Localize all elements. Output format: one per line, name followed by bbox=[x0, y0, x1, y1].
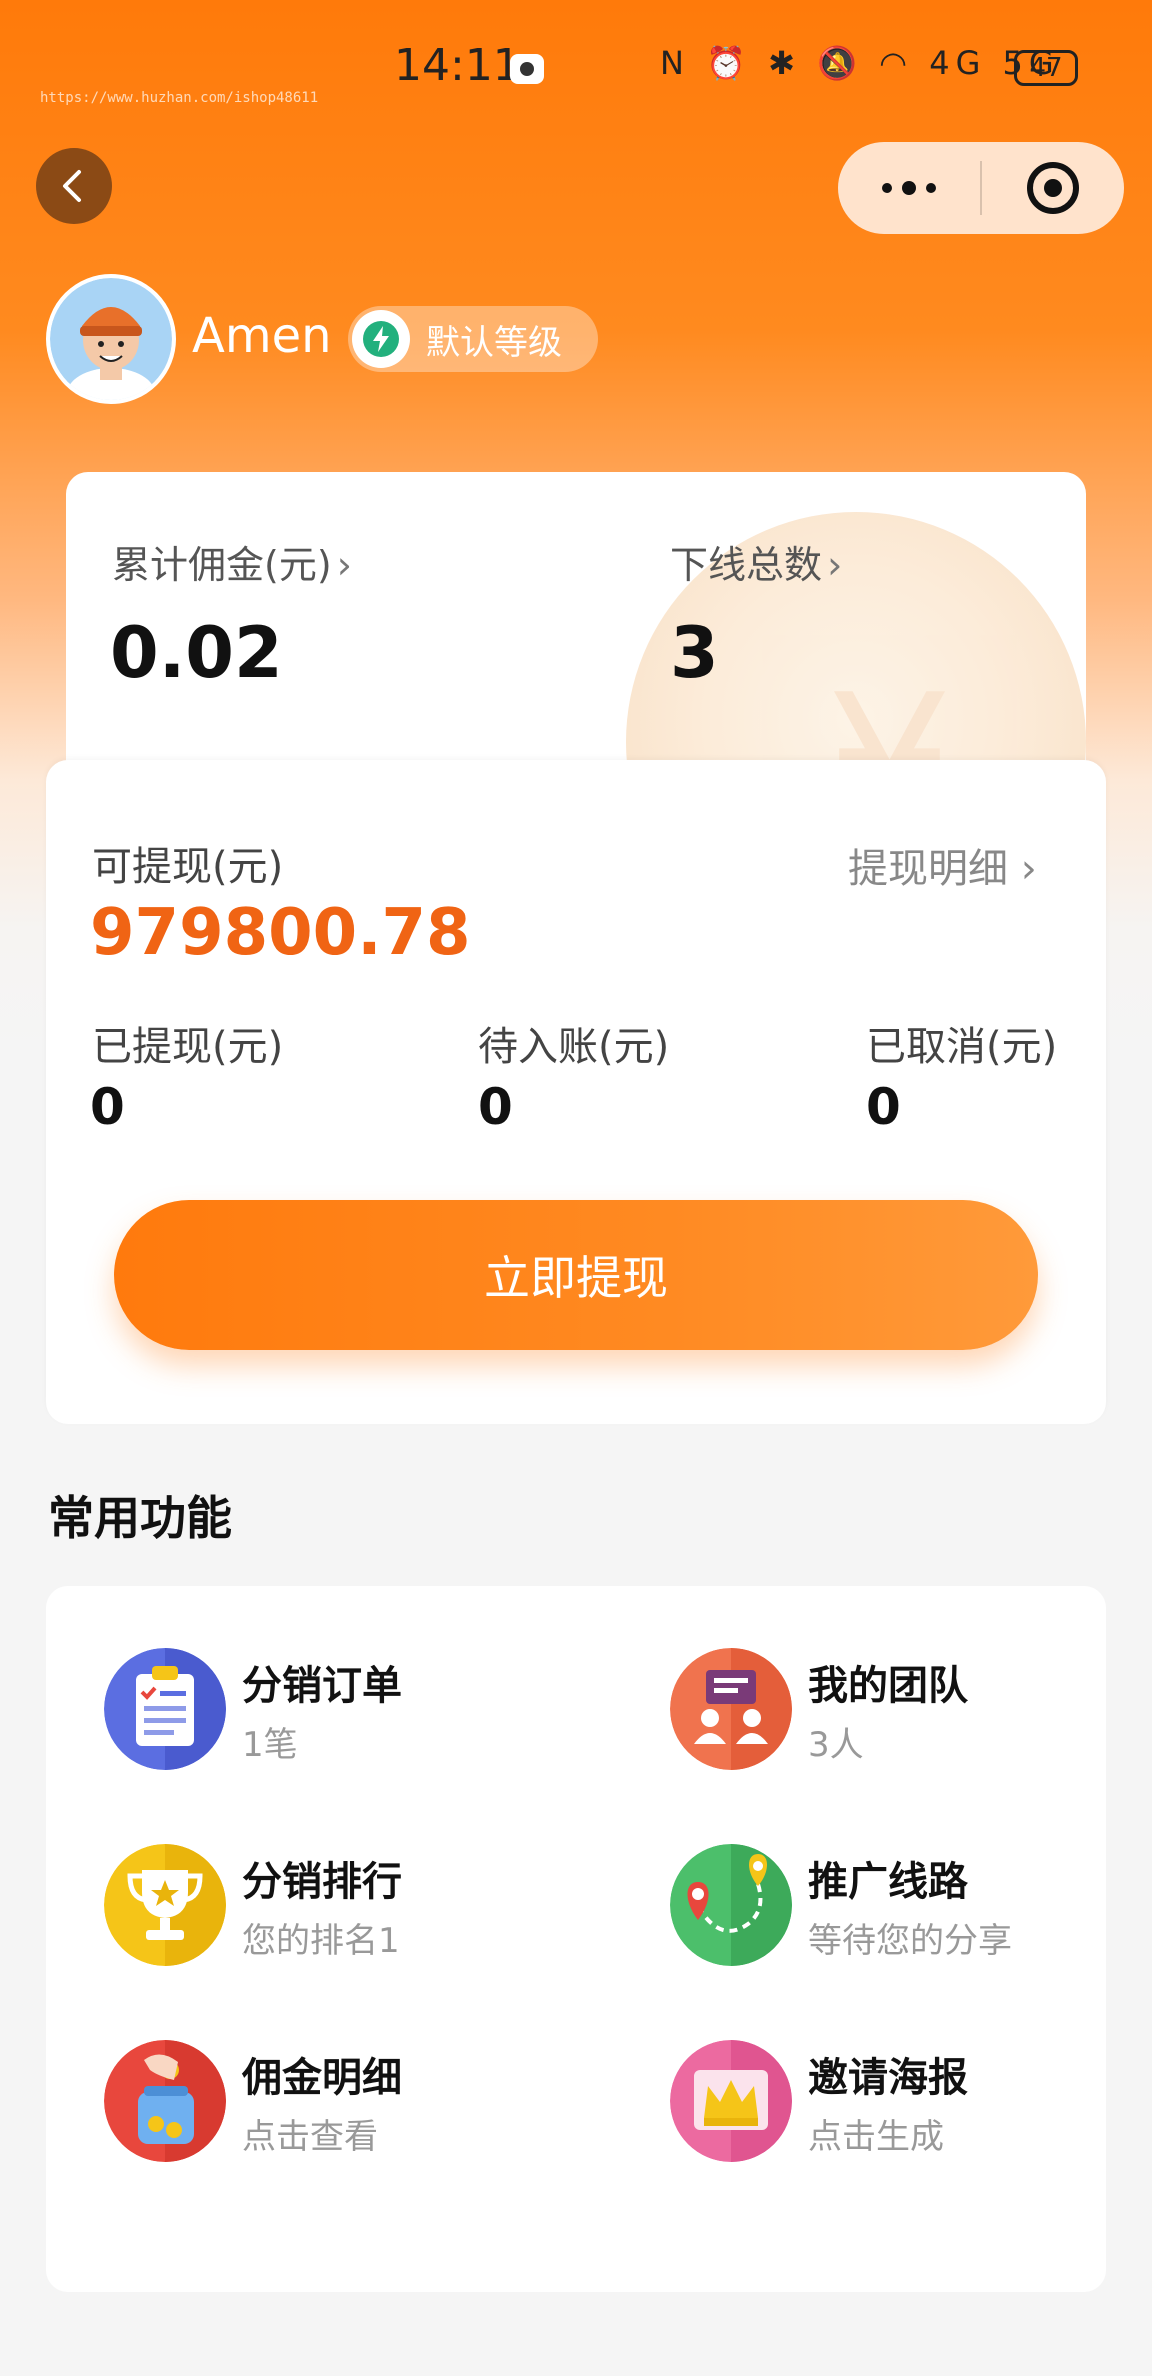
function-item-commission-detail[interactable]: 佣金明细 点击查看 bbox=[104, 2036, 584, 2166]
map-route-icon bbox=[670, 1844, 792, 1966]
commission-value: 0.02 bbox=[110, 612, 283, 694]
function-subtitle: 等待您的分享 bbox=[808, 1920, 1012, 1961]
close-button[interactable] bbox=[982, 142, 1124, 234]
withdrawable-value: 979800.78 bbox=[90, 896, 471, 970]
function-item-orders[interactable]: 分销订单 1笔 bbox=[104, 1644, 584, 1774]
withdraw-detail-link[interactable]: 提现明细 › bbox=[848, 836, 1037, 894]
battery-indicator: 47 bbox=[1014, 50, 1078, 86]
cancelled-value: 0 bbox=[866, 1078, 901, 1136]
function-subtitle: 您的排名1 bbox=[242, 1920, 400, 1961]
downline-link[interactable]: 下线总数 › bbox=[670, 534, 842, 589]
commission-label: 累计佣金(元) bbox=[112, 543, 332, 587]
level-label: 默认等级 bbox=[426, 322, 562, 363]
more-dots-icon-end bbox=[926, 183, 936, 193]
username: Amen bbox=[192, 308, 332, 364]
function-item-routes[interactable]: 推广线路 等待您的分享 bbox=[670, 1840, 1150, 1970]
function-title: 佣金明细 bbox=[242, 2054, 402, 2101]
function-subtitle: 1笔 bbox=[242, 1724, 298, 1765]
function-subtitle: 3人 bbox=[808, 1724, 864, 1765]
function-title: 分销排行 bbox=[242, 1858, 402, 1905]
avatar[interactable] bbox=[46, 274, 176, 404]
section-title: 常用功能 bbox=[48, 1491, 232, 1545]
more-dots-icon bbox=[882, 183, 892, 193]
watermark: https://www.huzhan.com/ishop48611 bbox=[40, 90, 319, 106]
target-circle-icon bbox=[1027, 162, 1079, 214]
function-item-team[interactable]: 我的团队 3人 bbox=[670, 1644, 1150, 1774]
status-time: 14:11 bbox=[394, 40, 521, 91]
function-title: 分销订单 bbox=[242, 1662, 402, 1709]
function-subtitle: 点击生成 bbox=[808, 2116, 944, 2157]
cancelled-label: 已取消(元) bbox=[866, 1024, 1058, 1070]
summary-card: ¥ 累计佣金(元) › 0.02 下线总数 › 3 bbox=[66, 472, 1086, 802]
team-icon bbox=[670, 1648, 792, 1770]
withdraw-detail-label: 提现明细 bbox=[848, 846, 1008, 892]
level-badge: 默认等级 bbox=[348, 306, 598, 372]
function-title: 我的团队 bbox=[808, 1662, 968, 1709]
more-dots-icon-center bbox=[902, 181, 916, 195]
mini-program-capsule bbox=[838, 142, 1124, 234]
pending-label: 待入账(元) bbox=[478, 1024, 670, 1070]
chevron-right-icon: › bbox=[1008, 846, 1037, 892]
crown-poster-icon bbox=[670, 2040, 792, 2162]
chevron-right-icon: › bbox=[336, 543, 352, 587]
pending-value: 0 bbox=[478, 1078, 513, 1136]
withdrawn-value: 0 bbox=[90, 1078, 125, 1136]
functions-card: 分销订单 1笔 我的团队 3人 分销排行 您的排名1 推广线路 等待您的分享 佣… bbox=[46, 1586, 1106, 2292]
downline-label: 下线总数 bbox=[670, 543, 823, 587]
chevron-right-icon: › bbox=[827, 543, 843, 587]
function-title: 邀请海报 bbox=[808, 2054, 968, 2101]
lightning-icon bbox=[352, 310, 410, 368]
more-button[interactable] bbox=[838, 142, 980, 234]
back-button[interactable] bbox=[36, 148, 112, 224]
function-item-ranking[interactable]: 分销排行 您的排名1 bbox=[104, 1840, 584, 1970]
avatar-illustration bbox=[50, 278, 172, 400]
status-icons: N ⏰ ✱ 🔕 ◠ 4G 5G bbox=[660, 44, 1060, 82]
downline-value: 3 bbox=[670, 612, 719, 694]
order-list-icon bbox=[104, 1648, 226, 1770]
function-subtitle: 点击查看 bbox=[242, 2116, 378, 2157]
commission-link[interactable]: 累计佣金(元) › bbox=[112, 534, 352, 589]
coin-jar-icon bbox=[104, 2040, 226, 2162]
function-item-invite-poster[interactable]: 邀请海报 点击生成 bbox=[670, 2036, 1150, 2166]
function-title: 推广线路 bbox=[808, 1858, 968, 1905]
withdrawn-label: 已提现(元) bbox=[92, 1024, 284, 1070]
shield-icon bbox=[510, 54, 544, 84]
withdrawable-label: 可提现(元) bbox=[92, 844, 284, 890]
withdraw-button[interactable]: 立即提现 bbox=[114, 1200, 1038, 1350]
chevron-left-icon bbox=[63, 170, 81, 202]
trophy-icon bbox=[104, 1844, 226, 1966]
